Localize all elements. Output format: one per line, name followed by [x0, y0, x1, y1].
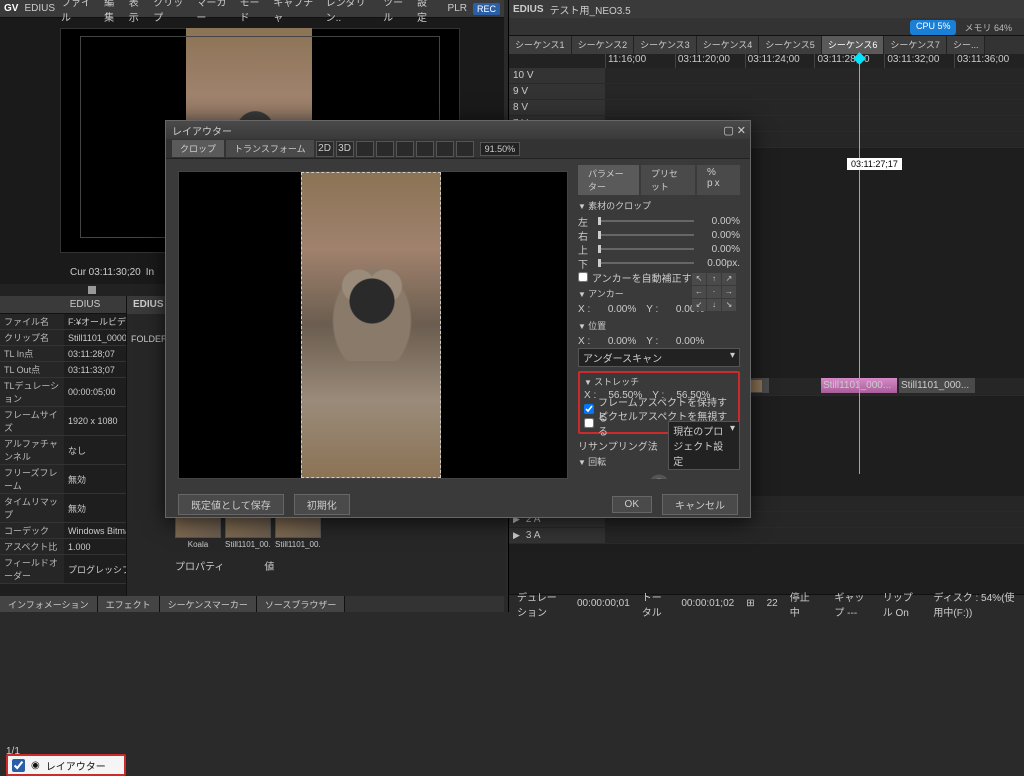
app-name: EDIUS — [513, 4, 544, 15]
zoom-value[interactable]: 91.50% — [480, 142, 521, 156]
ignore-pixel-checkbox[interactable] — [584, 418, 594, 428]
grid-icon[interactable] — [416, 141, 434, 157]
seq-tab[interactable]: シーケンス7 — [884, 36, 947, 54]
close-icon[interactable]: ▢ ✕ — [723, 124, 746, 137]
slider[interactable] — [598, 234, 694, 236]
section-crop[interactable]: 素材のクロップ — [578, 199, 740, 212]
menu-capture[interactable]: キャプチャ — [273, 0, 319, 24]
dialog-titlebar[interactable]: レイアウター ▢ ✕ — [166, 121, 750, 139]
chevron-down-icon: ▾ — [730, 423, 735, 468]
project-name: テスト用_NEO3.5 — [550, 2, 631, 17]
menu-render[interactable]: レンダリン.. — [326, 0, 378, 24]
resample-combo[interactable]: 現在のプロジェクト設定▾ — [668, 421, 740, 470]
tab-preset[interactable]: プリセット — [641, 165, 695, 195]
layouter-properties: パラメーター プリセット % px 素材のクロップ 左0.00% 右0.00% … — [568, 159, 750, 479]
playhead-timecode: 03:11:27;17 — [847, 158, 902, 170]
seq-tab[interactable]: シーケンス1 — [509, 36, 572, 54]
ok-button[interactable]: OK — [612, 496, 652, 513]
menu-mode[interactable]: モード — [239, 0, 267, 24]
tab-information[interactable]: インフォメーション — [0, 596, 98, 612]
layouter-label: レイアウター — [46, 758, 106, 773]
tab-sourcebrowser[interactable]: ソースブラウザー — [257, 596, 346, 612]
track-a: ▶ 3 A — [509, 528, 1024, 544]
status-bar: デュレーション00:00:00;01 トータル00:00:01;02 ⊞22 停… — [509, 594, 1024, 612]
seq-tab[interactable]: シー... — [947, 36, 986, 54]
sequence-tabs: シーケンス1 シーケンス2 シーケンス3 シーケンス4 シーケンス5 シーケンス… — [509, 36, 1024, 54]
tab-seqmarker[interactable]: シーケンスマーカー — [160, 596, 257, 612]
seq-tab[interactable]: シーケンス2 — [572, 36, 635, 54]
anchor-auto-checkbox[interactable] — [578, 272, 588, 282]
layouter-image-frame[interactable] — [301, 172, 441, 478]
menu-view[interactable]: 表示 — [129, 0, 148, 24]
perf-badge: CPU 5%メモリ 64% — [910, 20, 1016, 35]
menu-file[interactable]: ファイル — [61, 0, 98, 24]
slider[interactable] — [598, 248, 694, 250]
chevron-down-icon: ▾ — [730, 350, 735, 365]
dialog-title: レイアウター — [172, 123, 232, 138]
playhead[interactable] — [859, 54, 860, 474]
tool-icon[interactable] — [356, 141, 374, 157]
tab-parameter[interactable]: パラメーター — [578, 165, 639, 195]
timeline-clip[interactable]: Still1101_000... — [899, 378, 975, 393]
cancel-button[interactable]: キャンセル — [662, 494, 738, 515]
slider[interactable] — [598, 220, 694, 222]
safe-icon[interactable] — [456, 141, 474, 157]
mode-2d-button[interactable]: 2D — [316, 141, 334, 157]
layouter-dialog: レイアウター ▢ ✕ クロップ トランスフォーム 2D 3D 91.50% パラ… — [165, 120, 751, 518]
tab-effect[interactable]: エフェクト — [98, 596, 160, 612]
position-nudge-grid[interactable]: ↖↑↗←·→↙↓↘ — [692, 273, 736, 311]
seq-tab[interactable]: シーケンス3 — [634, 36, 697, 54]
menu-edit[interactable]: 編集 — [104, 0, 123, 24]
seq-tab[interactable]: シーケンス5 — [759, 36, 822, 54]
app-logo: GV — [4, 3, 18, 14]
timeline-toolbar: CPU 5%メモリ 64% — [509, 18, 1024, 36]
unit-icons[interactable]: % px — [697, 165, 740, 195]
eye-icon: ◉ — [31, 760, 40, 771]
bottom-panel-tabs: インフォメーション エフェクト シーケンスマーカー ソースブラウザー — [0, 596, 504, 612]
rotation-dial[interactable] — [648, 474, 670, 479]
frame-icon: ⊞ — [746, 598, 754, 609]
underscan-combo[interactable]: アンダースキャン▾ — [578, 348, 740, 367]
mode-3d-button[interactable]: 3D — [336, 141, 354, 157]
section-stretch[interactable]: ストレッチ — [584, 375, 734, 388]
save-default-button[interactable]: 既定値として保存 — [178, 494, 284, 515]
dialog-toolbar: クロップ トランスフォーム 2D 3D 91.50% — [166, 139, 750, 159]
reset-button[interactable]: 初期化 — [294, 494, 350, 515]
plr-label: PLR — [448, 3, 467, 14]
menubar: GV EDIUS ファイル 編集 表示 クリップ マーカー モード キャプチャ … — [0, 0, 504, 18]
pointer-icon[interactable] — [376, 141, 394, 157]
section-position[interactable]: 位置 — [578, 319, 740, 332]
timeline-titlebar: EDIUS テスト用_NEO3.5 — [509, 0, 1024, 18]
layouter-canvas[interactable] — [178, 171, 568, 479]
track-v: 9 V — [509, 84, 1024, 100]
menu-clip[interactable]: クリップ — [153, 0, 190, 24]
timeline-ruler[interactable]: 11:16;0003:11:20;0003:11:24;0003:11:28;0… — [509, 54, 1024, 68]
seq-tab[interactable]: シーケンス4 — [697, 36, 760, 54]
keep-aspect-checkbox[interactable] — [584, 404, 594, 414]
dialog-footer: 既定値として保存 初期化 OK キャンセル — [166, 491, 750, 517]
seq-tab-active[interactable]: シーケンス6 — [822, 36, 885, 54]
track-v: 8 V — [509, 100, 1024, 116]
preview-timecode: Cur 03:11:30;20 In — [70, 267, 154, 278]
bin-property-columns: プロパティ値 — [175, 558, 274, 573]
menu-settings[interactable]: 設定 — [417, 0, 436, 24]
slider[interactable] — [598, 262, 694, 264]
tab-crop[interactable]: クロップ — [172, 140, 224, 157]
tab-transform[interactable]: トランスフォーム — [226, 140, 314, 157]
layouter-effect-row[interactable]: ◉ レイアウター — [6, 754, 126, 776]
layouter-checkbox[interactable] — [12, 759, 25, 772]
menu-marker[interactable]: マーカー — [196, 0, 233, 24]
scrub-handle[interactable] — [88, 286, 96, 294]
rec-badge: REC — [473, 3, 500, 15]
app-name: EDIUS — [24, 3, 55, 14]
menu-tool[interactable]: ツール — [383, 0, 411, 24]
guide-icon[interactable] — [436, 141, 454, 157]
track-v: 10 V — [509, 68, 1024, 84]
zoom-icon[interactable] — [396, 141, 414, 157]
